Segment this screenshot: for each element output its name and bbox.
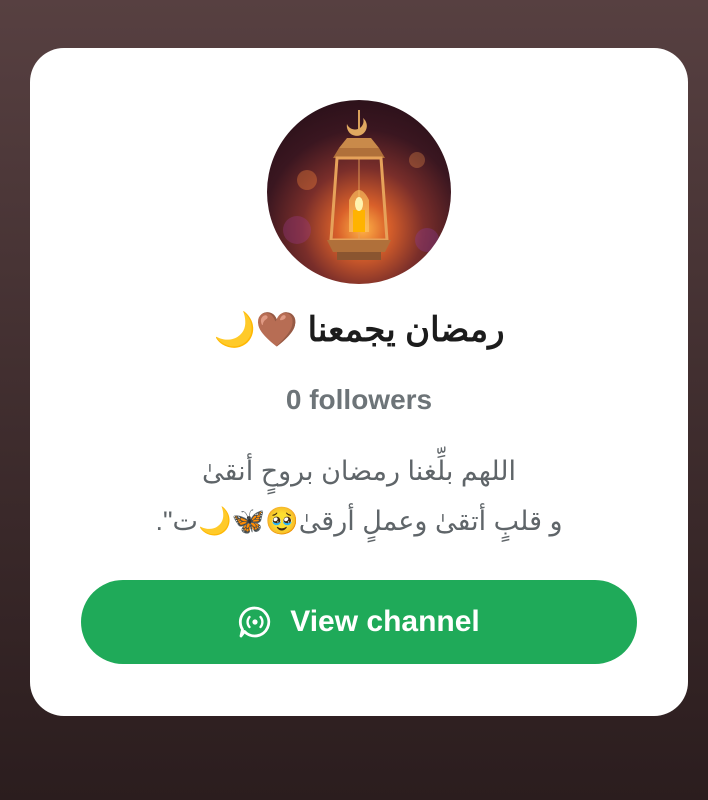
channel-card: رمضان يجمعنا 🤎🌙 0 followers اللهم بلِّغن… <box>30 48 688 716</box>
channel-avatar[interactable] <box>267 100 451 284</box>
view-channel-button[interactable]: View channel <box>81 580 637 664</box>
channel-icon <box>238 605 272 639</box>
description-line: و قلبٍ أتقىٰ وعملٍ أرقىٰ🥹🦋🌙ت". <box>155 506 563 536</box>
channel-name: رمضان يجمعنا 🤎🌙 <box>213 311 505 349</box>
view-channel-label: View channel <box>290 605 480 638</box>
follower-count: 0 followers <box>285 384 433 415</box>
channel-description: اللهم بلِّغنا رمضان بروحٍ أنقىٰ و قلبٍ أ… <box>90 446 628 546</box>
description-line: اللهم بلِّغنا رمضان بروحٍ أنقىٰ <box>202 456 516 486</box>
ramadan-lantern-icon <box>283 110 439 260</box>
